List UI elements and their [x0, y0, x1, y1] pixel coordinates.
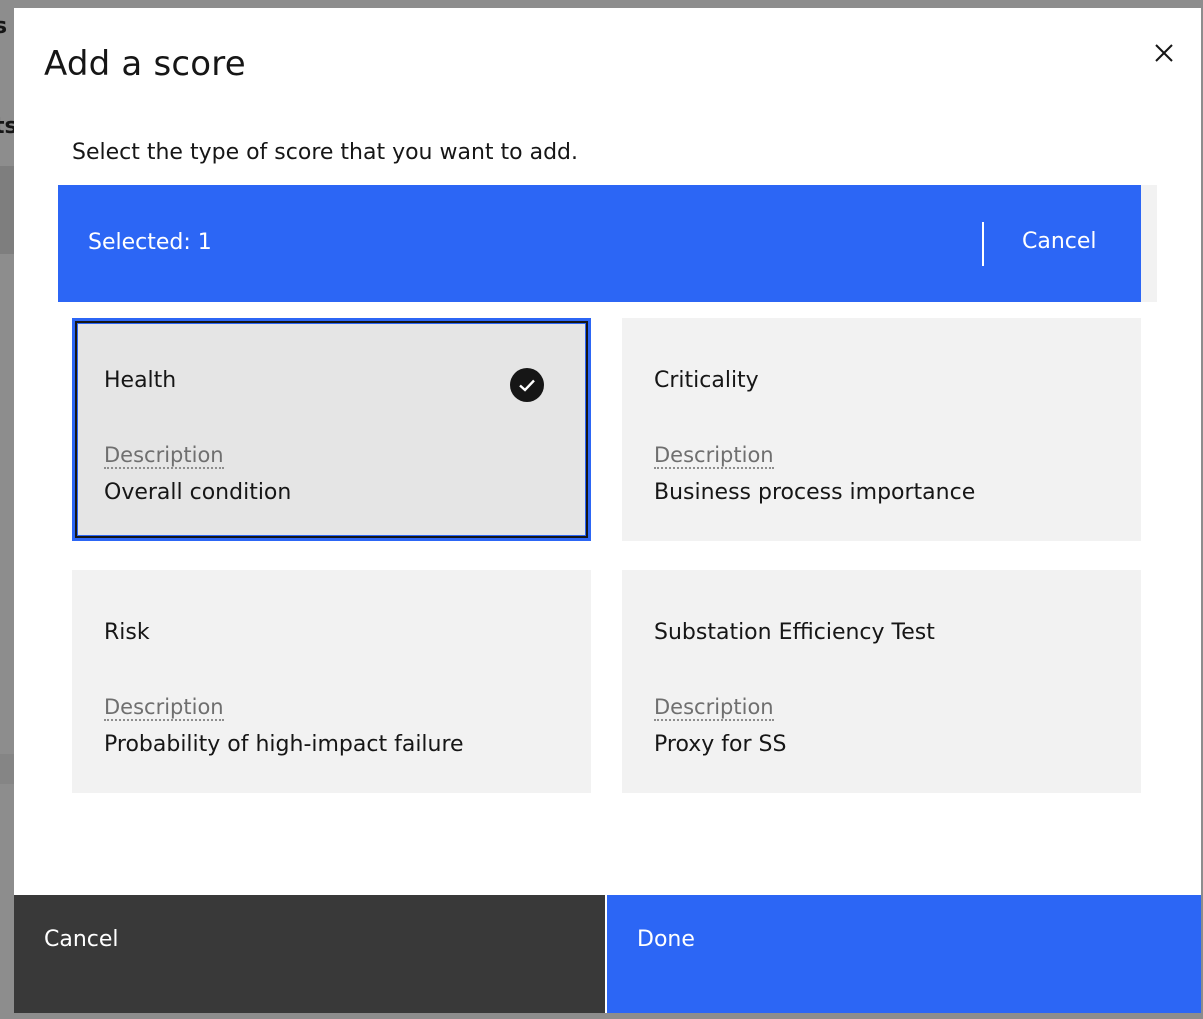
close-button[interactable]	[1149, 38, 1179, 68]
tile-description-value: Business process importance	[654, 480, 976, 505]
tile-title: Health	[104, 368, 177, 393]
cancel-button[interactable]: Cancel	[14, 895, 605, 1013]
background-text-fragment: s	[0, 14, 8, 39]
background-band	[0, 166, 14, 254]
batch-action-bar: Selected: 1 Cancel	[58, 185, 1141, 302]
selected-count: Selected: 1	[88, 230, 212, 255]
tile-title: Criticality	[654, 368, 759, 393]
tile-description-value: Overall condition	[104, 480, 292, 505]
done-button[interactable]: Done	[607, 895, 1201, 1013]
background-page: s ts	[0, 0, 14, 1019]
score-tile-substation-efficiency-test[interactable]: Substation Efficiency Test Description P…	[622, 570, 1141, 793]
batch-divider	[982, 222, 984, 266]
done-button-label: Done	[637, 927, 695, 952]
tile-description-label: Description	[654, 443, 774, 469]
tile-description-label: Description	[104, 695, 224, 721]
background-text-fragment: ts	[0, 114, 14, 139]
add-score-modal: Add a score Select the type of score tha…	[14, 8, 1201, 1013]
tile-description-label: Description	[654, 695, 774, 721]
modal-footer: Cancel Done	[14, 895, 1201, 1013]
checkmark-filled-icon	[510, 368, 544, 402]
modal-title: Add a score	[44, 44, 246, 84]
close-icon	[1155, 44, 1173, 62]
tile-description-value: Probability of high-impact failure	[104, 732, 464, 757]
batch-bar-gutter	[1141, 185, 1157, 302]
tile-title: Substation Efficiency Test	[654, 620, 935, 645]
score-tile-criticality[interactable]: Criticality Description Business process…	[622, 318, 1141, 541]
tile-description-value: Proxy for SS	[654, 732, 787, 757]
modal-subtitle: Select the type of score that you want t…	[72, 140, 579, 165]
tile-title: Risk	[104, 620, 150, 645]
tile-description-label: Description	[104, 443, 224, 469]
score-tile-health[interactable]: Health Description Overall condition	[72, 318, 591, 541]
background-band	[0, 754, 14, 784]
batch-cancel-button[interactable]: Cancel	[1022, 229, 1097, 254]
cancel-button-label: Cancel	[44, 927, 119, 952]
score-tile-risk[interactable]: Risk Description Probability of high-imp…	[72, 570, 591, 793]
